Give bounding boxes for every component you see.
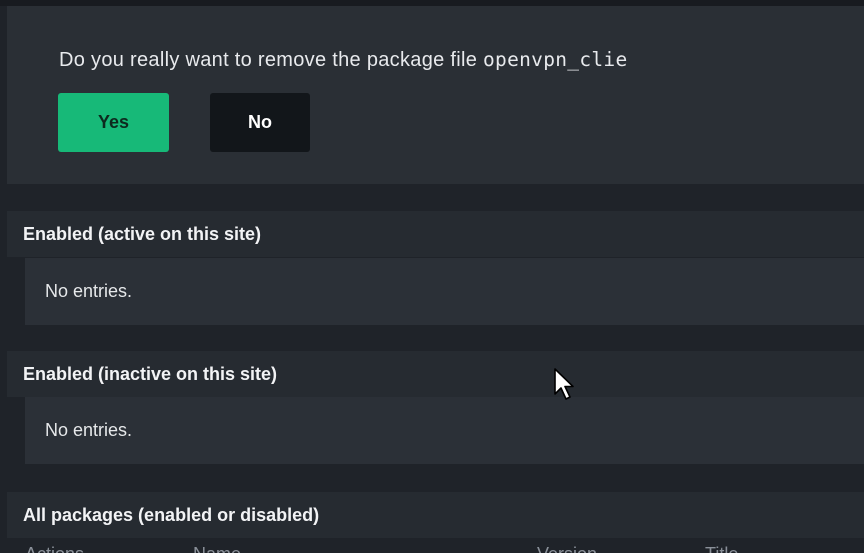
column-header-actions[interactable]: Actions bbox=[25, 544, 84, 553]
section-body-enabled-inactive: No entries. bbox=[25, 397, 864, 464]
yes-button[interactable]: Yes bbox=[58, 93, 169, 152]
section-header-all-packages: All packages (enabled or disabled) bbox=[7, 492, 864, 538]
column-header-title[interactable]: Title bbox=[705, 544, 738, 553]
section-body-enabled-active: No entries. bbox=[25, 258, 864, 325]
no-button[interactable]: No bbox=[210, 93, 310, 152]
confirmation-message-text: Do you really want to remove the package… bbox=[59, 49, 484, 71]
package-filename: openvpn_clie bbox=[483, 48, 628, 71]
section-header-enabled-active: Enabled (active on this site) bbox=[7, 211, 864, 257]
all-packages-table-header: Actions Name Version Title bbox=[25, 541, 864, 553]
column-header-version[interactable]: Version bbox=[537, 544, 597, 553]
package-manager-page: Do you really want to remove the package… bbox=[0, 0, 864, 553]
mouse-pointer-icon bbox=[554, 368, 574, 400]
column-header-name[interactable]: Name bbox=[193, 544, 241, 553]
section-header-enabled-inactive: Enabled (inactive on this site) bbox=[7, 351, 864, 397]
remove-confirmation-dialog: Do you really want to remove the package… bbox=[7, 6, 864, 184]
confirmation-message: Do you really want to remove the package… bbox=[59, 46, 628, 74]
